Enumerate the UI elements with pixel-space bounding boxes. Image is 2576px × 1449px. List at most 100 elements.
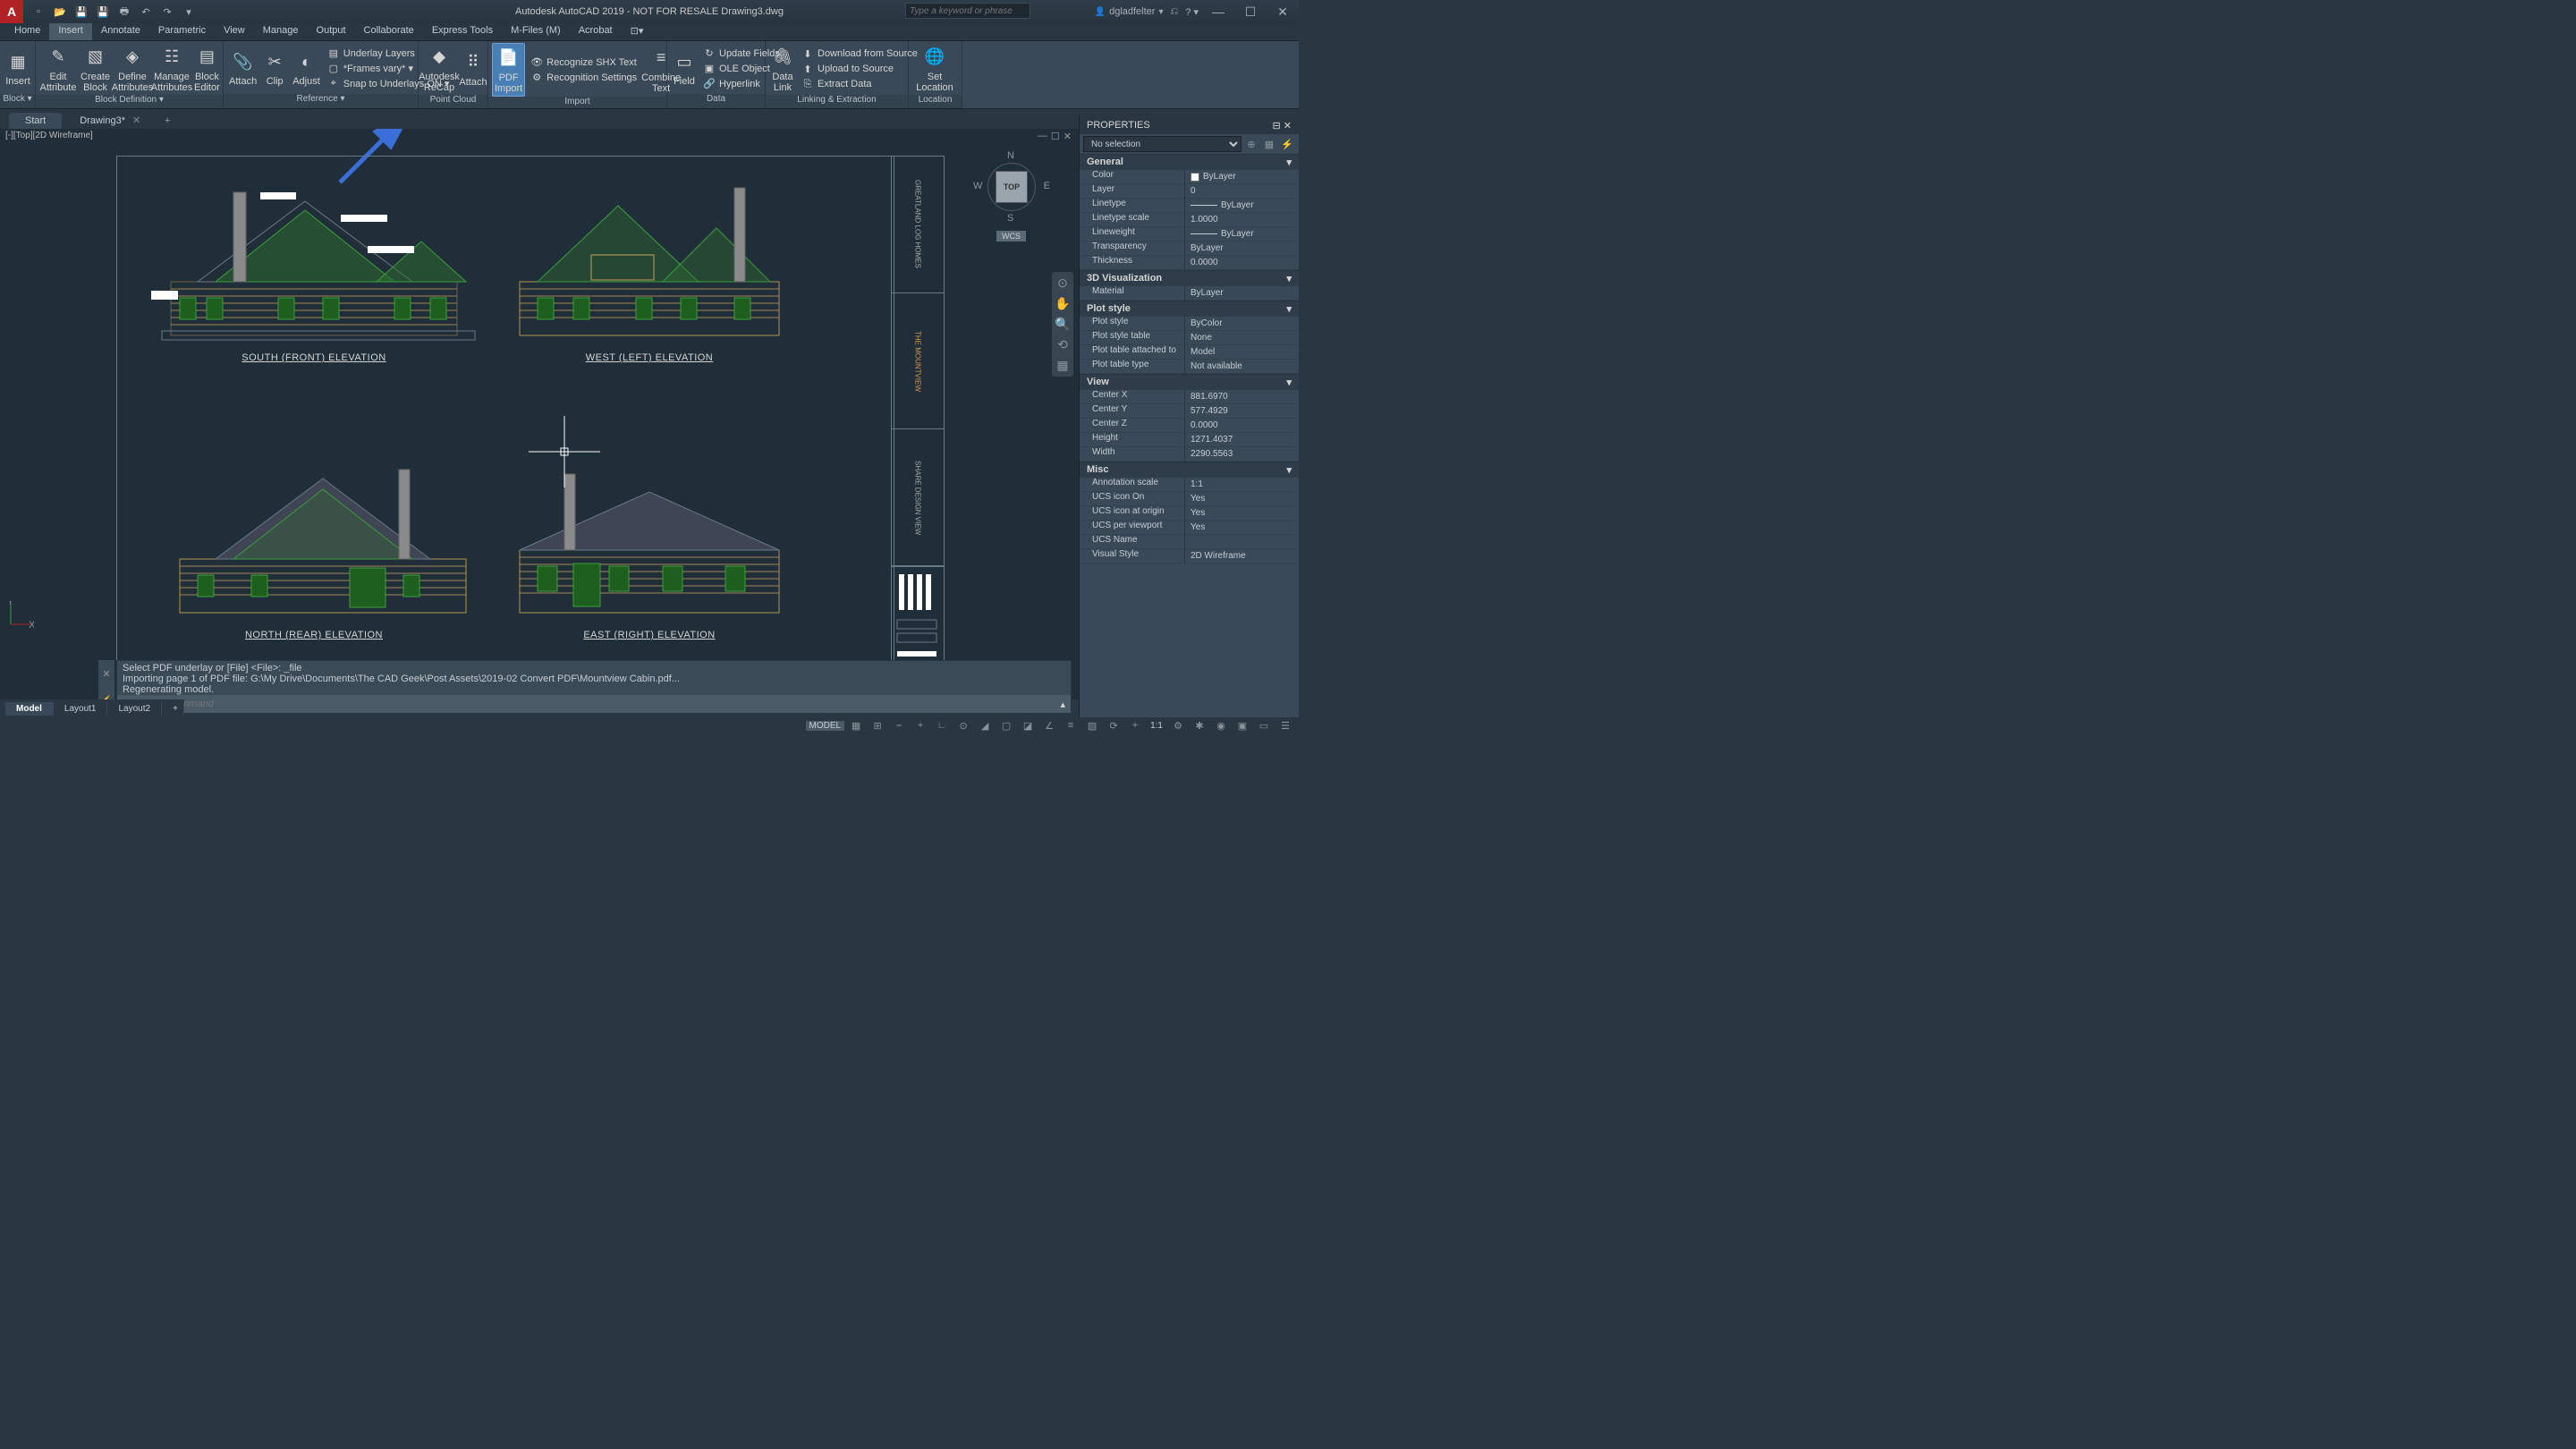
- prop-row-color[interactable]: Color ByLayer: [1080, 170, 1299, 184]
- grid-icon[interactable]: ▦: [846, 718, 866, 733]
- ortho-icon[interactable]: ∟: [932, 718, 952, 733]
- redo-icon[interactable]: ↷: [157, 2, 177, 21]
- prop-row-plot-table-type[interactable]: Plot table typeNot available: [1080, 360, 1299, 374]
- qat-more-icon[interactable]: ▾: [179, 2, 199, 21]
- autodesk-app-icon[interactable]: ⎌: [1170, 6, 1178, 18]
- undo-icon[interactable]: ↶: [136, 2, 156, 21]
- clip-button[interactable]: ✂Clip: [260, 43, 289, 94]
- selection-dropdown[interactable]: No selection: [1083, 136, 1241, 152]
- search-input[interactable]: [905, 3, 1030, 19]
- close-tab-icon[interactable]: ✕: [132, 115, 140, 126]
- upload-source-button[interactable]: ⬆Upload to Source: [798, 62, 921, 76]
- saveas-icon[interactable]: 💾: [93, 2, 113, 21]
- menu-mfiles[interactable]: M-Files (M): [502, 23, 570, 40]
- cat-misc[interactable]: Misc▾: [1080, 462, 1299, 478]
- download-source-button[interactable]: ⬇Download from Source: [798, 47, 921, 61]
- 3dosnap-icon[interactable]: ◪: [1018, 718, 1038, 733]
- prop-close-icon[interactable]: ✕: [1284, 121, 1292, 131]
- close-button[interactable]: ✕: [1270, 3, 1295, 21]
- field-button[interactable]: ▭Field: [671, 43, 698, 94]
- prop-row-height[interactable]: Height1271.4037: [1080, 433, 1299, 447]
- menu-output[interactable]: Output: [308, 23, 355, 40]
- vp-minimize-icon[interactable]: —: [1038, 131, 1047, 142]
- add-layout-button[interactable]: +: [162, 702, 184, 716]
- cat-general[interactable]: General▾: [1080, 154, 1299, 170]
- data-link-button[interactable]: 🖇Data Link: [769, 43, 796, 95]
- cat-plot[interactable]: Plot style▾: [1080, 301, 1299, 317]
- isodraft-icon[interactable]: ◢: [975, 718, 995, 733]
- prop-row-ucs-icon-at-origin[interactable]: UCS icon at originYes: [1080, 506, 1299, 521]
- menu-express[interactable]: Express Tools: [423, 23, 502, 40]
- manage-attr-button[interactable]: ☷Manage Attributes: [153, 43, 191, 95]
- layout-1[interactable]: Layout1: [54, 702, 108, 716]
- workspace-gear-icon[interactable]: ⚙: [1168, 718, 1188, 733]
- filetab-start[interactable]: Start: [9, 113, 62, 129]
- command-input[interactable]: [139, 699, 1061, 709]
- vp-maximize-icon[interactable]: ☐: [1051, 131, 1060, 142]
- osnap-icon[interactable]: ▢: [996, 718, 1016, 733]
- pan-icon[interactable]: ✋: [1055, 296, 1070, 311]
- filetab-drawing3[interactable]: Drawing3*✕: [64, 112, 157, 129]
- adjust-button[interactable]: ◐Adjust: [291, 43, 322, 94]
- cat-view[interactable]: View▾: [1080, 374, 1299, 390]
- prop-row-ucs-name[interactable]: UCS Name: [1080, 535, 1299, 549]
- prop-row-plot-table-attached-to[interactable]: Plot table attached toModel: [1080, 345, 1299, 360]
- viewcube-s[interactable]: S: [1007, 213, 1013, 224]
- hardware-accel-icon[interactable]: ◉: [1211, 718, 1231, 733]
- insert-block-button[interactable]: ▦Insert: [4, 43, 32, 94]
- maximize-button[interactable]: ☐: [1238, 3, 1263, 21]
- prop-row-linetype-scale[interactable]: Linetype scale1.0000: [1080, 213, 1299, 227]
- viewcube-e[interactable]: E: [1044, 181, 1050, 191]
- select-objects-icon[interactable]: ▦: [1261, 136, 1277, 152]
- add-tab-button[interactable]: +: [158, 113, 176, 129]
- block-editor-button[interactable]: ▤Block Editor: [192, 43, 222, 95]
- panel-block-title[interactable]: Block ▾: [0, 94, 35, 108]
- menu-expand-icon[interactable]: ⊡▾: [622, 23, 653, 40]
- prop-row-visual-style[interactable]: Visual Style2D Wireframe: [1080, 549, 1299, 564]
- recognize-shx-button[interactable]: 👁Recognize SHX Text: [527, 55, 640, 70]
- selection-cycling-icon[interactable]: ⟳: [1104, 718, 1123, 733]
- lineweight-icon[interactable]: ≡: [1061, 718, 1080, 733]
- prop-row-linetype[interactable]: Linetype ByLayer: [1080, 199, 1299, 213]
- showmotion-icon[interactable]: ▦: [1056, 358, 1068, 373]
- prop-row-plot-style[interactable]: Plot styleByColor: [1080, 317, 1299, 331]
- prop-row-center-y[interactable]: Center Y577.4929: [1080, 404, 1299, 419]
- prop-row-material[interactable]: MaterialByLayer: [1080, 286, 1299, 301]
- isolate-icon[interactable]: ▣: [1233, 718, 1252, 733]
- layout-model[interactable]: Model: [5, 702, 54, 716]
- cat-3dviz[interactable]: 3D Visualization▾: [1080, 270, 1299, 286]
- recap-button[interactable]: ◆Autodesk ReCap: [422, 43, 456, 95]
- menu-insert[interactable]: Insert: [49, 23, 92, 40]
- properties-title[interactable]: PROPERTIES ⊟ ✕: [1080, 116, 1299, 134]
- zoom-icon[interactable]: 🔍: [1055, 317, 1070, 332]
- menu-view[interactable]: View: [215, 23, 254, 40]
- prop-row-width[interactable]: Width2290.5563: [1080, 447, 1299, 462]
- dynamic-input-icon[interactable]: +: [911, 718, 930, 733]
- viewcube-n[interactable]: N: [1007, 150, 1014, 161]
- quick-select-icon[interactable]: ⚡: [1279, 136, 1295, 152]
- status-scale[interactable]: 1:1: [1147, 721, 1166, 731]
- viewcube-w[interactable]: W: [973, 181, 982, 191]
- menu-annotate[interactable]: Annotate: [92, 23, 149, 40]
- viewcube[interactable]: TOP N S E W WCS: [971, 147, 1052, 227]
- viewcube-top[interactable]: TOP: [996, 172, 1027, 202]
- set-location-button[interactable]: 🌐Set Location: [912, 43, 957, 95]
- new-icon[interactable]: ▫: [29, 2, 48, 21]
- prop-row-annotation-scale[interactable]: Annotation scale1:1: [1080, 478, 1299, 492]
- plot-icon[interactable]: 🖶: [114, 2, 134, 21]
- prop-row-ucs-per-viewport[interactable]: UCS per viewportYes: [1080, 521, 1299, 535]
- viewport-label[interactable]: [-][Top][2D Wireframe]: [5, 131, 93, 140]
- minimize-button[interactable]: —: [1206, 3, 1231, 21]
- save-icon[interactable]: 💾: [72, 2, 91, 21]
- cmd-recent-icon[interactable]: ▴: [1060, 699, 1065, 710]
- pdf-import-button[interactable]: 📄PDF Import: [492, 43, 525, 97]
- menu-manage[interactable]: Manage: [254, 23, 308, 40]
- drawing-viewport[interactable]: [-][Top][2D Wireframe] — ☐ ✕ TOP N S E W…: [0, 129, 1079, 699]
- prop-row-ucs-icon-on[interactable]: UCS icon OnYes: [1080, 492, 1299, 506]
- customize-icon[interactable]: ☰: [1275, 718, 1295, 733]
- polar-icon[interactable]: ⊙: [953, 718, 973, 733]
- vp-close-icon[interactable]: ✕: [1063, 131, 1072, 142]
- attach-button[interactable]: 📎Attach: [227, 43, 258, 94]
- prop-row-center-x[interactable]: Center X881.6970: [1080, 390, 1299, 404]
- prop-row-transparency[interactable]: TransparencyByLayer: [1080, 242, 1299, 256]
